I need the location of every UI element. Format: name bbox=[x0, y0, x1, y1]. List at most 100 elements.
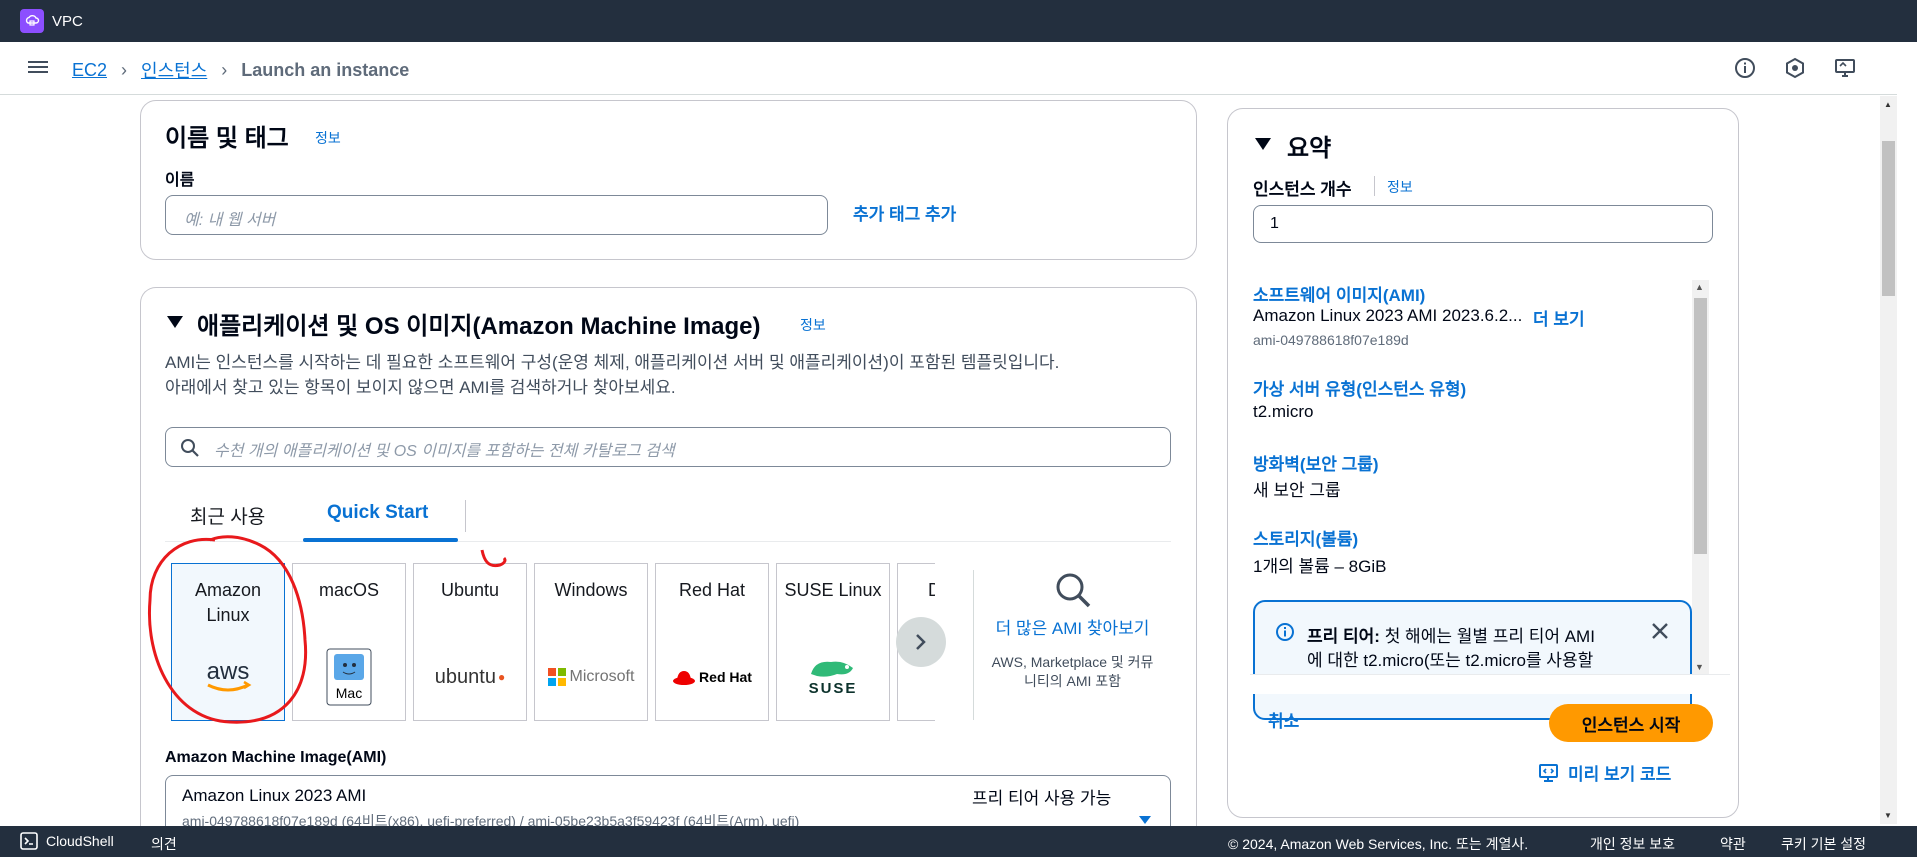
privacy-link[interactable]: 개인 정보 보호 bbox=[1590, 834, 1675, 854]
software-image-link[interactable]: 소프트웨어 이미지(AMI) bbox=[1253, 281, 1425, 306]
top-bar: VPC bbox=[0, 0, 1917, 42]
search-icon bbox=[180, 438, 200, 463]
page-scrollbar[interactable]: ▲ ▼ bbox=[1880, 96, 1897, 824]
instance-count-value: 1 bbox=[1270, 215, 1279, 232]
suse-logo-icon: SUSE bbox=[777, 652, 889, 702]
tab-quick-start[interactable]: Quick Start bbox=[327, 502, 428, 524]
free-tier-badge: 프리 티어 사용 가능 bbox=[972, 789, 1112, 808]
tile-amazon-linux[interactable]: Amazon Linux aws bbox=[171, 563, 285, 721]
tile-label: Red Hat bbox=[678, 580, 746, 600]
tile-label: Ubuntu bbox=[440, 580, 500, 600]
storage-value: 1개의 볼륨 – 8GiB bbox=[1253, 557, 1387, 576]
ami-name: Amazon Linux 2023 AMI bbox=[182, 786, 367, 805]
breadcrumb-instances[interactable]: 인스턴스 bbox=[141, 57, 207, 83]
divider bbox=[973, 570, 974, 720]
info-icon bbox=[1275, 622, 1295, 647]
ami-description-2: 아래에서 찾고 있는 항목이 보이지 않으면 AMI를 검색하거나 찾아보세요. bbox=[165, 378, 676, 397]
tile-label: Amazon bbox=[194, 580, 262, 600]
vpc-service-icon[interactable] bbox=[20, 9, 44, 33]
ami-description-1: AMI는 인스턴스를 시작하는 데 필요한 소프트웨어 구성(운영 체제, 애플… bbox=[165, 353, 1060, 372]
ami-search-input[interactable]: 수천 개의 애플리케이션 및 OS 이미지를 포함하는 전체 카탈로그 검색 bbox=[165, 427, 1171, 467]
preview-code-label: 미리 보기 코드 bbox=[1568, 765, 1672, 784]
breadcrumb-current: Launch an instance bbox=[241, 59, 410, 80]
svg-text:aws: aws bbox=[207, 658, 250, 685]
footer-bar: CloudShell 의견 © 2024, Amazon Web Service… bbox=[0, 826, 1917, 857]
free-tier-alert: 프리 티어: 첫 해에는 월별 프리 티어 AMI 에 대한 t2.micro(… bbox=[1253, 600, 1692, 720]
magnifier-icon bbox=[1053, 570, 1093, 610]
summary-title: 요약 bbox=[1287, 135, 1332, 162]
service-name[interactable]: VPC bbox=[52, 13, 83, 30]
name-label: 이름 bbox=[165, 172, 195, 189]
tile-label-2: Linux bbox=[206, 605, 250, 625]
carousel-next-button[interactable] bbox=[896, 617, 946, 667]
ami-info-link[interactable]: 정보 bbox=[800, 315, 826, 335]
cancel-button[interactable]: 취소 bbox=[1268, 707, 1299, 732]
name-tags-panel bbox=[140, 100, 1197, 260]
breadcrumb-ec2[interactable]: EC2 bbox=[72, 60, 107, 81]
info-icon[interactable] bbox=[1733, 56, 1757, 80]
summary-scrollbar[interactable]: ▲ ▼ bbox=[1692, 280, 1709, 674]
tile-redhat[interactable]: Red Hat Red Hat bbox=[655, 563, 769, 721]
tile-suse[interactable]: SUSE Linux SUSE bbox=[776, 563, 890, 721]
collapse-triangle-icon[interactable] bbox=[166, 315, 184, 334]
instance-type-link[interactable]: 가상 서버 유형(인스턴스 유형) bbox=[1253, 375, 1466, 400]
instance-count-input[interactable]: 1 bbox=[1253, 205, 1713, 243]
name-section-title: 이름 및 태그 bbox=[165, 125, 289, 152]
tab-recent[interactable]: 최근 사용 bbox=[190, 502, 265, 529]
tile-label: SUSE Linux bbox=[784, 580, 882, 600]
instance-type-value: t2.micro bbox=[1253, 402, 1314, 421]
breadcrumb: EC2 › 인스턴스 › Launch an instance bbox=[72, 57, 409, 83]
menu-icon[interactable] bbox=[28, 58, 48, 78]
count-info-link[interactable]: 정보 bbox=[1387, 177, 1413, 197]
chevron-right-icon: › bbox=[221, 59, 228, 80]
tile-macos[interactable]: macOS Mac bbox=[292, 563, 406, 721]
instance-count-label: 인스턴스 개수 bbox=[1253, 180, 1352, 199]
software-image-value: Amazon Linux 2023 AMI 2023.6.2... bbox=[1253, 306, 1523, 325]
chevron-right-icon: › bbox=[121, 59, 128, 80]
tile-windows[interactable]: Windows Microsoft bbox=[534, 563, 648, 721]
aws-logo-icon: aws bbox=[172, 652, 284, 702]
ami-label: Amazon Machine Image(AMI) bbox=[165, 749, 387, 766]
free-tier-text-2: 에 대한 t2.micro(또는 t2.micro를 사용할 bbox=[1307, 651, 1594, 670]
breadcrumb-bar: EC2 › 인스턴스 › Launch an instance bbox=[0, 42, 1897, 95]
free-tier-label: 프리 티어: bbox=[1307, 627, 1380, 646]
browse-more-amis[interactable]: 더 많은 AMI 찾아보기 AWS, Marketplace 및 커뮤니티의 A… bbox=[990, 570, 1155, 691]
code-preview-icon bbox=[1538, 762, 1560, 784]
firewall-link[interactable]: 방화벽(보안 그룹) bbox=[1253, 450, 1379, 475]
terms-link[interactable]: 약관 bbox=[1720, 834, 1746, 854]
see-more-link[interactable]: 더 보기 bbox=[1533, 305, 1585, 330]
screen-feedback-icon[interactable] bbox=[1833, 56, 1857, 80]
svg-text:Mac: Mac bbox=[336, 685, 362, 701]
ami-tabs: 최근 사용 Quick Start bbox=[165, 490, 1171, 542]
tile-label: Windows bbox=[554, 580, 628, 600]
cookie-preferences-link[interactable]: 쿠키 기본 설정 bbox=[1781, 834, 1866, 854]
close-icon[interactable] bbox=[1651, 622, 1669, 645]
divider bbox=[1374, 176, 1375, 196]
settings-hex-icon[interactable] bbox=[1783, 56, 1807, 80]
launch-instance-button[interactable]: 인스턴스 시작 bbox=[1549, 704, 1713, 742]
tile-ubuntu[interactable]: Ubuntu ubuntu ● bbox=[413, 563, 527, 721]
storage-link[interactable]: 스토리지(볼륨) bbox=[1253, 525, 1358, 550]
add-tag-link[interactable]: 추가 태그 추가 bbox=[853, 200, 956, 225]
name-info-link[interactable]: 정보 bbox=[315, 128, 341, 148]
collapse-triangle-icon[interactable] bbox=[1254, 137, 1272, 156]
name-input[interactable]: 예: 내 웹 서버 bbox=[165, 195, 828, 235]
ami-section-title: 애플리케이션 및 OS 이미지(Amazon Machine Image) bbox=[197, 313, 761, 340]
tile-label: macOS bbox=[318, 580, 379, 600]
name-placeholder: 예: 내 웹 서버 bbox=[184, 212, 276, 229]
preview-code-button[interactable]: 미리 보기 코드 bbox=[1538, 760, 1671, 785]
scroll-clip bbox=[1240, 674, 1710, 694]
cloudshell-button[interactable]: CloudShell bbox=[20, 832, 114, 850]
feedback-link[interactable]: 의견 bbox=[151, 834, 177, 854]
microsoft-logo-icon: Microsoft bbox=[535, 652, 647, 702]
firewall-value: 새 보안 그룹 bbox=[1253, 481, 1341, 500]
browse-more-link[interactable]: 더 많은 AMI 찾아보기 bbox=[990, 618, 1155, 639]
browse-more-sub: AWS, Marketplace 및 커뮤니티의 AMI 포함 bbox=[991, 654, 1154, 689]
terminal-icon bbox=[20, 832, 38, 850]
mac-finder-icon: Mac bbox=[293, 648, 405, 706]
redhat-logo-icon: Red Hat bbox=[656, 652, 768, 702]
ami-search-placeholder: 수천 개의 애플리케이션 및 OS 이미지를 포함하는 전체 카탈로그 검색 bbox=[214, 443, 675, 460]
free-tier-text-1: 첫 해에는 월별 프리 티어 AMI bbox=[1384, 627, 1595, 646]
copyright: © 2024, Amazon Web Services, Inc. 또는 계열사… bbox=[1228, 836, 1529, 852]
software-image-id: ami-049788618f07e189d bbox=[1253, 332, 1409, 348]
